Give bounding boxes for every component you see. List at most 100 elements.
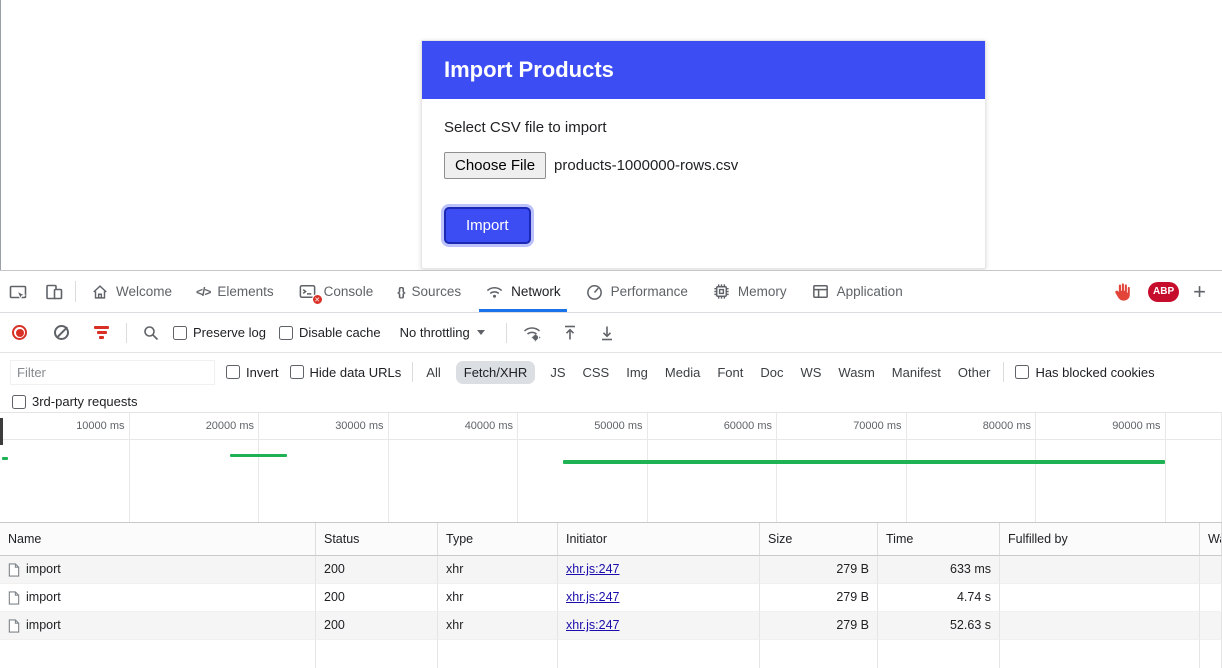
record-button[interactable] (12, 325, 27, 340)
table-row[interactable]: import 200 xhr xhr.js:247 279 B 52.63 s (0, 612, 1222, 640)
filter-type-font[interactable]: Font (715, 361, 745, 384)
request-waterfall-cell (1200, 612, 1222, 640)
initiator-link[interactable]: xhr.js:247 (566, 618, 620, 632)
network-toolbar: Preserve log Disable cache No throttling (0, 313, 1222, 353)
filter-type-ws[interactable]: WS (798, 361, 823, 384)
clear-button[interactable] (54, 325, 69, 340)
filter-type-manifest[interactable]: Manifest (890, 361, 943, 384)
invert-checkbox[interactable]: Invert (226, 365, 279, 380)
request-name-cell: import (0, 556, 316, 584)
filter-type-fetch-xhr[interactable]: Fetch/XHR (456, 361, 536, 384)
column-header-initiator[interactable]: Initiator (558, 523, 760, 556)
column-header-time[interactable]: Time (878, 523, 1000, 556)
export-har-icon[interactable] (561, 324, 579, 342)
third-party-label: 3rd-party requests (32, 394, 138, 409)
request-time-cell: 52.63 s (878, 612, 1000, 640)
filter-type-js[interactable]: JS (548, 361, 567, 384)
device-toolbar-icon[interactable] (36, 271, 72, 312)
initiator-link[interactable]: xhr.js:247 (566, 590, 620, 604)
column-header-waterfall[interactable]: Waterfall (1200, 523, 1222, 556)
tab-console[interactable]: Console (286, 271, 386, 312)
filterbar-separator (412, 362, 413, 382)
request-waterfall-cell (1200, 584, 1222, 612)
column-header-status[interactable]: Status (316, 523, 438, 556)
import-button[interactable]: Import (444, 207, 531, 244)
request-size-cell: 279 B (760, 612, 878, 640)
filter-toggle-icon[interactable] (92, 324, 111, 341)
timeline-tick: 60000 ms (648, 413, 778, 522)
request-size-cell: 279 B (760, 556, 878, 584)
inspect-element-icon[interactable] (0, 271, 36, 312)
home-icon (91, 283, 109, 301)
adblocker-hand-icon[interactable] (1111, 280, 1134, 303)
tab-welcome[interactable]: Welcome (79, 271, 184, 312)
filter-type-all[interactable]: All (424, 361, 442, 384)
request-type-cell: xhr (438, 556, 558, 584)
page-area: Import Products Select CSV file to impor… (0, 0, 1222, 270)
column-header-name[interactable]: Name (0, 523, 316, 556)
tab-application[interactable]: Application (799, 271, 915, 312)
timeline-rest (1166, 413, 1222, 522)
filter-type-doc[interactable]: Doc (758, 361, 785, 384)
disable-cache-checkbox[interactable]: Disable cache (279, 325, 381, 340)
search-icon[interactable] (142, 324, 160, 342)
throttling-dropdown[interactable]: No throttling (394, 322, 491, 343)
request-waterfall-cell (1200, 556, 1222, 584)
tabbar-separator (75, 281, 76, 302)
checkbox-box (12, 395, 26, 409)
tab-label: Welcome (116, 284, 172, 299)
timeline-tick: 40000 ms (389, 413, 519, 522)
preserve-log-checkbox[interactable]: Preserve log (173, 325, 266, 340)
toolbar-separator (506, 323, 507, 343)
table-row[interactable]: import 200 xhr xhr.js:247 279 B 4.74 s (0, 584, 1222, 612)
request-fulfilled-cell (1000, 556, 1200, 584)
devtools-tabbar: Welcome </> Elements Console {} Sources (0, 271, 1222, 313)
timeline-window-handle[interactable] (0, 418, 3, 445)
choose-file-button[interactable]: Choose File (444, 152, 546, 179)
filter-type-css[interactable]: CSS (581, 361, 612, 384)
third-party-checkbox[interactable]: 3rd-party requests (12, 394, 138, 409)
hide-data-urls-label: Hide data URLs (310, 365, 402, 380)
network-conditions-icon[interactable] (522, 323, 542, 343)
filter-type-img[interactable]: Img (624, 361, 650, 384)
has-blocked-cookies-checkbox[interactable]: Has blocked cookies (1015, 365, 1154, 380)
import-har-icon[interactable] (598, 324, 616, 342)
tab-sources[interactable]: {} Sources (385, 271, 473, 312)
timeline-activity-bar (563, 460, 1165, 464)
timeline-activity-bar (2, 457, 8, 460)
column-header-fulfilled-by[interactable]: Fulfilled by (1000, 523, 1200, 556)
checkbox-box (1015, 365, 1029, 379)
abp-badge-icon[interactable]: ABP (1148, 282, 1179, 302)
more-tabs-icon[interactable]: + (1193, 279, 1206, 305)
column-header-type[interactable]: Type (438, 523, 558, 556)
tab-elements[interactable]: </> Elements (184, 271, 286, 312)
tab-memory[interactable]: Memory (700, 271, 799, 312)
timeline-activity-bar (230, 454, 287, 457)
request-type-cell: xhr (438, 612, 558, 640)
request-initiator-cell: xhr.js:247 (558, 584, 760, 612)
checkbox-box (173, 326, 187, 340)
console-icon (298, 282, 317, 301)
hide-data-urls-checkbox[interactable]: Hide data URLs (290, 365, 402, 380)
tab-performance[interactable]: Performance (573, 271, 700, 312)
filter-type-other[interactable]: Other (956, 361, 993, 384)
console-error-badge (312, 294, 323, 305)
code-icon: </> (196, 285, 210, 299)
initiator-link[interactable]: xhr.js:247 (566, 562, 620, 576)
tab-label: Sources (412, 284, 462, 299)
timeline-tick: 10000 ms (0, 413, 130, 522)
timeline-divider (0, 439, 1222, 440)
memory-icon (712, 282, 731, 301)
request-time-cell: 4.74 s (878, 584, 1000, 612)
request-initiator-cell: xhr.js:247 (558, 612, 760, 640)
filter-input[interactable] (10, 360, 215, 385)
filter-type-wasm[interactable]: Wasm (836, 361, 876, 384)
request-name-cell: import (0, 584, 316, 612)
timeline-overview[interactable]: 10000 ms 20000 ms 30000 ms 40000 ms 5000… (0, 413, 1222, 523)
table-row[interactable]: import 200 xhr xhr.js:247 279 B 633 ms (0, 556, 1222, 584)
tab-network[interactable]: Network (473, 271, 573, 312)
page-title: Import Products (444, 57, 614, 82)
request-initiator-cell: xhr.js:247 (558, 556, 760, 584)
column-header-size[interactable]: Size (760, 523, 878, 556)
filter-type-media[interactable]: Media (663, 361, 702, 384)
